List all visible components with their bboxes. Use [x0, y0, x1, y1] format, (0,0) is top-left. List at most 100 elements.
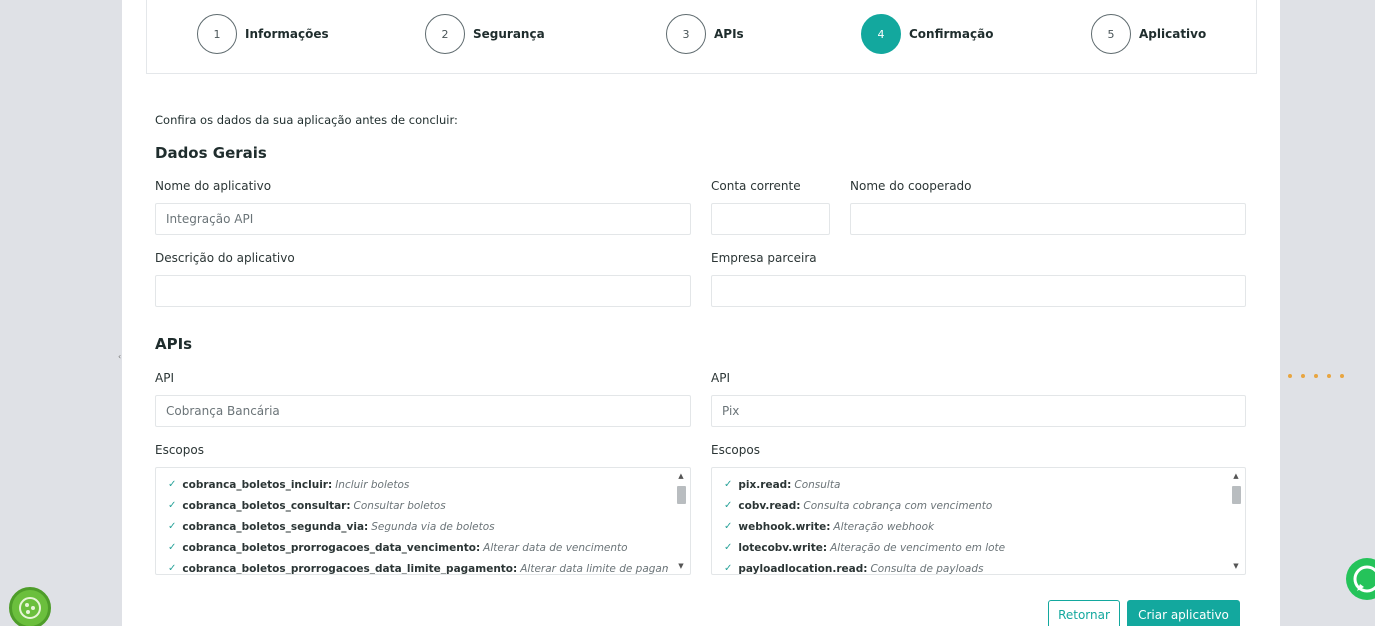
scope-items: ✓ pix.read: Consulta ✓ cobv.read: Consul… — [724, 474, 1223, 575]
badge-glyph — [19, 597, 41, 619]
check-icon: ✓ — [168, 563, 177, 574]
label-api-left: API — [155, 371, 174, 385]
dot — [1327, 374, 1331, 378]
scrollbar[interactable]: ▲ ▼ — [674, 470, 688, 572]
step-apis[interactable]: 3 APIs — [666, 14, 744, 54]
step-informacoes[interactable]: 1 Informações — [197, 14, 329, 54]
scope-item: ✓ cobranca_boletos_prorrogacoes_data_lim… — [168, 558, 668, 575]
section-title-dados-gerais: Dados Gerais — [155, 144, 267, 162]
step-label: Confirmação — [909, 27, 994, 41]
check-icon: ✓ — [724, 479, 733, 490]
check-icon: ✓ — [168, 542, 177, 553]
scope-key: lotecobv.write: — [738, 541, 828, 554]
step-label: APIs — [714, 27, 744, 41]
check-icon: ✓ — [724, 563, 733, 574]
scopes-list-left[interactable]: ✓ cobranca_boletos_incluir: Incluir bole… — [155, 467, 691, 575]
nome-cooperado-field[interactable] — [850, 203, 1246, 235]
scope-item: ✓ cobranca_boletos_prorrogacoes_data_ven… — [168, 537, 668, 558]
stepper: 1 Informações 2 Segurança 3 APIs 4 Confi… — [146, 0, 1257, 74]
scope-desc: Consulta de payloads — [870, 562, 984, 575]
label-nome-cooperado: Nome do cooperado — [850, 179, 972, 193]
scope-item: ✓ cobranca_boletos_consultar: Consultar … — [168, 495, 668, 516]
check-icon: ✓ — [168, 500, 177, 511]
scope-desc: Consulta — [794, 478, 841, 491]
scope-desc: Alteração webhook — [833, 520, 935, 533]
label-empresa-parceira: Empresa parceira — [711, 251, 817, 265]
create-app-button[interactable]: Criar aplicativo — [1127, 600, 1240, 626]
whatsapp-glyph — [1353, 565, 1375, 593]
label-escopos-left: Escopos — [155, 443, 204, 457]
scope-key: cobranca_boletos_prorrogacoes_data_venci… — [182, 541, 481, 554]
label-api-right: API — [711, 371, 730, 385]
step-confirmacao[interactable]: 4 Confirmação — [861, 14, 993, 54]
dot — [1340, 374, 1344, 378]
scope-key: cobranca_boletos_incluir: — [182, 478, 333, 491]
dot — [1288, 374, 1292, 378]
scroll-thumb[interactable] — [1232, 486, 1241, 504]
step-number: 3 — [666, 14, 706, 54]
dot — [1301, 374, 1305, 378]
api-left-field[interactable]: Cobrança Bancária — [155, 395, 691, 427]
dot — [1314, 374, 1318, 378]
back-button[interactable]: Retornar — [1048, 600, 1120, 626]
scope-item: ✓ pix.read: Consulta — [724, 474, 1223, 495]
scope-item: ✓ webhook.write: Alteração webhook — [724, 516, 1223, 537]
conta-corrente-field[interactable] — [711, 203, 830, 235]
scroll-thumb[interactable] — [677, 486, 686, 504]
wizard-card: 1 Informações 2 Segurança 3 APIs 4 Confi… — [122, 0, 1280, 626]
scope-key: webhook.write: — [738, 520, 831, 533]
accessibility-badge-icon[interactable] — [9, 587, 51, 626]
step-label: Segurança — [473, 27, 545, 41]
scope-key: payloadlocation.read: — [738, 562, 868, 575]
scopes-list-right[interactable]: ✓ pix.read: Consulta ✓ cobv.read: Consul… — [711, 467, 1246, 575]
scope-desc: Segunda via de boletos — [371, 520, 495, 533]
scope-desc: Alterar data de vencimento — [483, 541, 628, 554]
scope-key: cobranca_boletos_segunda_via: — [182, 520, 369, 533]
whatsapp-icon[interactable] — [1346, 558, 1375, 600]
step-label: Aplicativo — [1139, 27, 1207, 41]
scope-items: ✓ cobranca_boletos_incluir: Incluir bole… — [168, 474, 668, 575]
step-seguranca[interactable]: 2 Segurança — [425, 14, 545, 54]
scope-desc: Alterar data limite de pagamento — [520, 562, 668, 575]
scope-key: cobranca_boletos_consultar: — [182, 499, 351, 512]
scope-desc: Consultar boletos — [353, 499, 446, 512]
nome-aplicativo-field[interactable]: Integração API — [155, 203, 691, 235]
scope-item: ✓ cobranca_boletos_segunda_via: Segunda … — [168, 516, 668, 537]
step-number: 2 — [425, 14, 465, 54]
intro-text: Confira os dados da sua aplicação antes … — [155, 113, 458, 127]
scope-key: pix.read: — [738, 478, 792, 491]
step-aplicativo[interactable]: 5 Aplicativo — [1091, 14, 1206, 54]
check-icon: ✓ — [724, 542, 733, 553]
scroll-down-icon[interactable]: ▼ — [1229, 560, 1243, 572]
scope-key: cobranca_boletos_prorrogacoes_data_limit… — [182, 562, 518, 575]
check-icon: ✓ — [724, 500, 733, 511]
scope-desc: Alteração de vencimento em lote — [830, 541, 1006, 554]
scrollbar[interactable]: ▲ ▼ — [1229, 470, 1243, 572]
check-icon: ✓ — [168, 521, 177, 532]
loading-dots-icon — [1288, 374, 1344, 378]
check-icon: ✓ — [724, 521, 733, 532]
scope-item: ✓ payloadlocation.read: Consulta de payl… — [724, 558, 1223, 575]
scroll-up-icon[interactable]: ▲ — [1229, 470, 1243, 482]
api-right-field[interactable]: Pix — [711, 395, 1246, 427]
label-descricao-aplicativo: Descrição do aplicativo — [155, 251, 295, 265]
empresa-parceira-field[interactable] — [711, 275, 1246, 307]
label-nome-aplicativo: Nome do aplicativo — [155, 179, 272, 193]
section-title-apis: APIs — [155, 335, 193, 353]
check-icon: ✓ — [168, 479, 177, 490]
step-label: Informações — [245, 27, 329, 41]
step-number: 1 — [197, 14, 237, 54]
scope-key: cobv.read: — [738, 499, 801, 512]
scope-item: ✓ cobranca_boletos_incluir: Incluir bole… — [168, 474, 668, 495]
scroll-up-icon[interactable]: ▲ — [674, 470, 688, 482]
collapse-indicator-icon: ‹ — [118, 352, 122, 361]
step-number: 5 — [1091, 14, 1131, 54]
scope-item: ✓ cobv.read: Consulta cobrança com venci… — [724, 495, 1223, 516]
scope-item: ✓ lotecobv.write: Alteração de venciment… — [724, 537, 1223, 558]
label-conta-corrente: Conta corrente — [711, 179, 801, 193]
scope-desc: Incluir boletos — [335, 478, 410, 491]
scope-desc: Consulta cobrança com vencimento — [803, 499, 993, 512]
descricao-aplicativo-field[interactable] — [155, 275, 691, 307]
label-escopos-right: Escopos — [711, 443, 760, 457]
scroll-down-icon[interactable]: ▼ — [674, 560, 688, 572]
